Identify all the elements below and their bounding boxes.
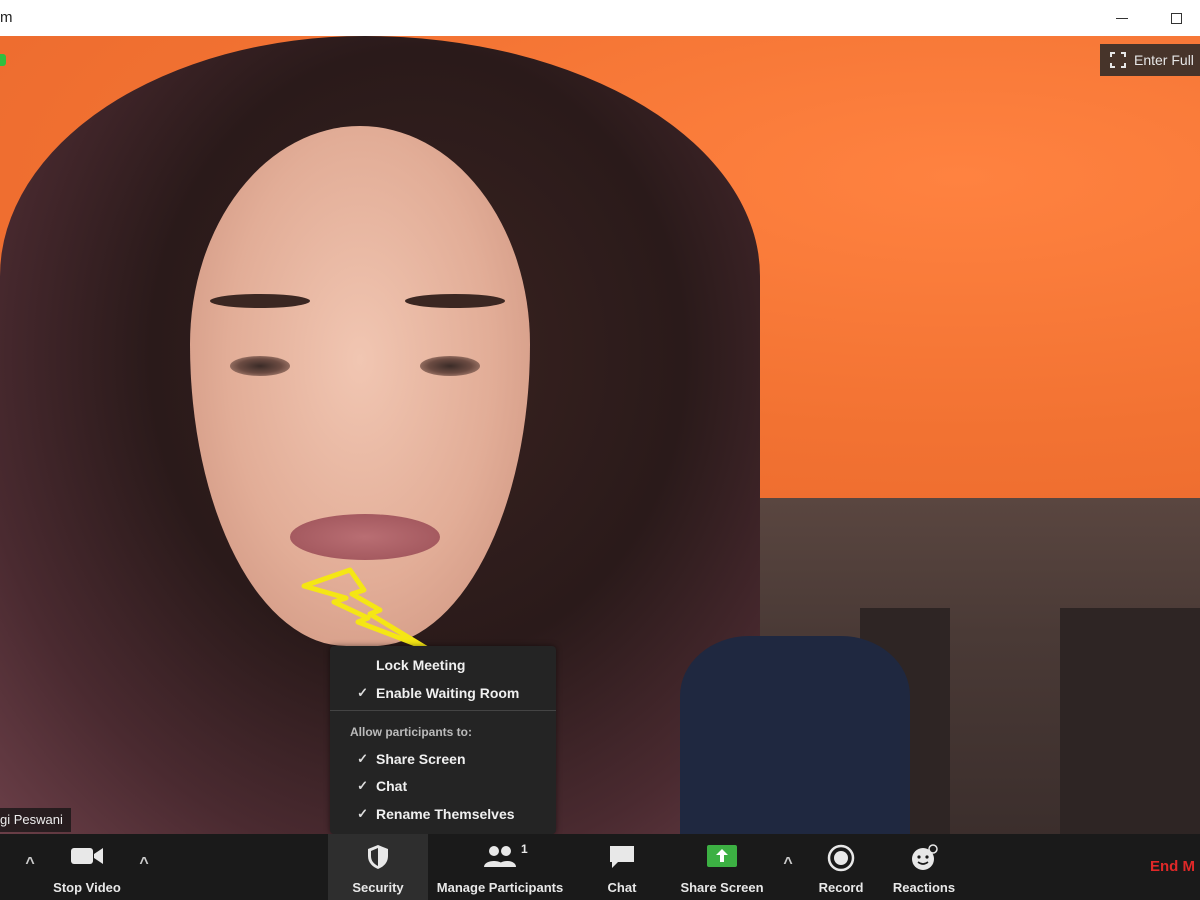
participant-count-badge: 1 <box>521 842 528 856</box>
maximize-icon <box>1170 12 1182 24</box>
allow-chat-item[interactable]: ✓ Chat <box>330 773 556 799</box>
record-icon <box>827 844 855 872</box>
participant-shirt <box>680 636 910 834</box>
share-screen-icon <box>707 845 737 867</box>
end-meeting-button[interactable]: End M <box>1150 858 1195 875</box>
video-camera-icon <box>71 848 103 864</box>
participants-icon <box>484 846 516 867</box>
fullscreen-label: Enter Full <box>1134 52 1194 68</box>
participant-name-label: gi Peswani <box>0 808 71 832</box>
share-options-caret-icon[interactable]: ^ <box>778 854 798 874</box>
fullscreen-icon <box>1110 52 1126 68</box>
meeting-toolbar: ^ Stop Video ^ Security Manage Participa… <box>0 834 1200 900</box>
connection-indicator-icon <box>0 54 6 66</box>
title-bar: m <box>0 0 1200 36</box>
minimize-icon <box>1116 17 1128 19</box>
record-button[interactable]: Record <box>808 834 874 900</box>
allow-share-screen-item[interactable]: ✓ Share Screen <box>330 746 556 772</box>
security-menu: Lock Meeting ✓ Enable Waiting Room Allow… <box>330 646 556 834</box>
stop-video-button[interactable]: Stop Video <box>44 834 130 900</box>
enable-waiting-room-item[interactable]: ✓ Enable Waiting Room <box>330 680 556 706</box>
minimize-button[interactable] <box>1102 6 1142 30</box>
manage-participants-button[interactable]: Manage Participants <box>430 834 570 900</box>
reactions-icon <box>912 844 938 870</box>
lock-meeting-item[interactable]: Lock Meeting <box>330 652 556 678</box>
check-icon: ✓ <box>357 685 368 700</box>
video-feed <box>0 36 1200 834</box>
annotation-arrow-icon <box>301 567 429 651</box>
permissions-section-title: Allow participants to: <box>350 725 473 739</box>
audio-options-caret-icon[interactable]: ^ <box>20 854 40 874</box>
check-icon: ✓ <box>357 751 368 766</box>
security-button[interactable]: Security <box>328 834 428 900</box>
reactions-button[interactable]: Reactions <box>886 834 962 900</box>
allow-rename-item[interactable]: ✓ Rename Themselves <box>330 801 556 827</box>
maximize-button[interactable] <box>1156 6 1196 30</box>
video-options-caret-icon[interactable]: ^ <box>134 854 154 874</box>
shield-icon <box>368 845 388 869</box>
menu-divider <box>330 710 556 711</box>
chat-button[interactable]: Chat <box>590 834 654 900</box>
enter-fullscreen-button[interactable]: Enter Full <box>1100 44 1200 76</box>
check-icon: ✓ <box>357 806 368 821</box>
share-screen-button[interactable]: Share Screen <box>672 834 772 900</box>
window-title: m <box>0 9 13 26</box>
check-icon: ✓ <box>357 778 368 793</box>
chat-bubble-icon <box>610 846 634 868</box>
